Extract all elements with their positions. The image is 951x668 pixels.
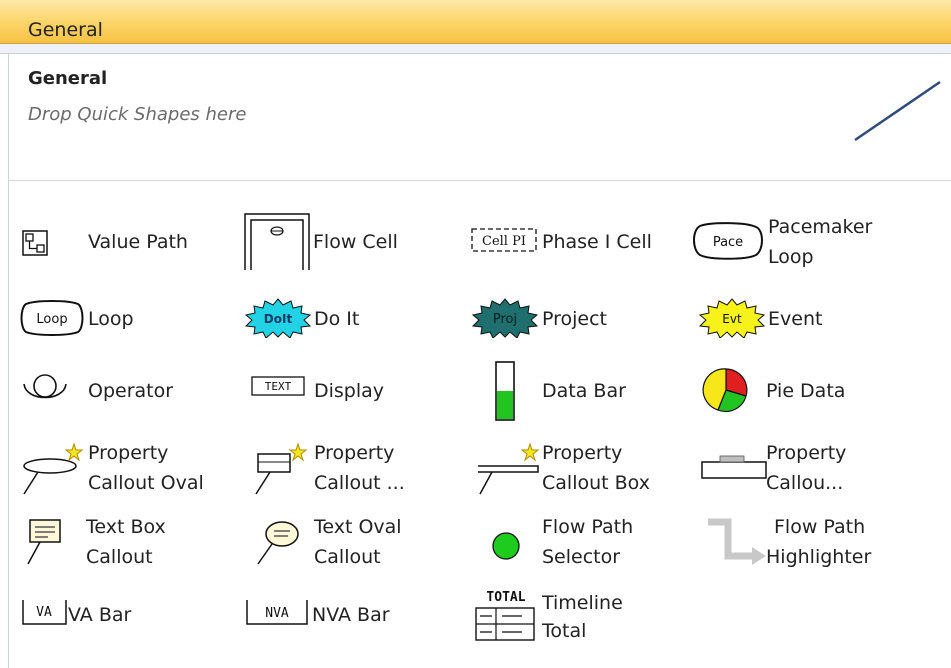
- svg-text:NVA: NVA: [265, 606, 289, 621]
- svg-text:DoIt: DoIt: [264, 312, 293, 326]
- shape-text-oval-callout[interactable]: Text Oval Callout: [252, 510, 452, 572]
- timeline-total-icon: TOTAL: [475, 590, 535, 641]
- data-bar-label: Data Bar: [542, 380, 626, 402]
- property-callout-flat-line2: Callou...: [766, 472, 844, 494]
- shape-do-it[interactable]: DoIt Do It: [244, 296, 444, 342]
- svg-text:TEXT: TEXT: [265, 380, 292, 393]
- project-burst-icon: Proj: [471, 298, 539, 338]
- display-label: Display: [314, 380, 385, 402]
- do-it-burst-icon: DoIt: [244, 298, 312, 338]
- nva-bar-label: NVA Bar: [312, 604, 390, 626]
- event-burst-icon: Evt: [698, 298, 766, 338]
- annotation-line: [854, 80, 941, 142]
- shape-va-bar[interactable]: VA VA Bar: [20, 596, 220, 636]
- property-callout-flat-icon: [701, 455, 767, 479]
- project-label: Project: [542, 308, 608, 330]
- shape-flow-path-selector[interactable]: Flow Path Selector: [490, 510, 690, 572]
- loop-icon: Loop: [20, 300, 84, 336]
- shape-property-callout[interactable]: Property Callout ...: [252, 438, 452, 500]
- property-callout-flat-line1: Property: [766, 442, 847, 464]
- shape-flow-path-highlighter[interactable]: Flow Path Highlighter: [702, 510, 902, 572]
- svg-text:Evt: Evt: [722, 312, 742, 326]
- timeline-total-line2: Total: [542, 620, 587, 642]
- shape-phase-i-cell[interactable]: Cell PI Phase I Cell: [470, 222, 680, 262]
- value-path-icon: [22, 230, 48, 256]
- timeline-total-line1: Timeline: [542, 592, 623, 614]
- property-callout-line2: Callout ...: [314, 472, 405, 494]
- va-bar-label: VA Bar: [68, 604, 132, 626]
- shape-data-bar[interactable]: Data Bar: [492, 358, 692, 424]
- shape-property-callout-oval[interactable]: Property Callout Oval: [20, 438, 230, 500]
- pacemaker-loop-label-line2: Loop: [768, 246, 814, 268]
- property-callout-box-line2: Callout Box: [542, 472, 650, 494]
- text-oval-callout-line2: Callout: [314, 546, 381, 568]
- shape-operator[interactable]: Operator: [20, 368, 220, 414]
- shape-pacemaker-loop[interactable]: Pace Pacemaker Loop: [690, 212, 910, 274]
- nva-bar-icon: NVA: [246, 600, 308, 625]
- pacemaker-loop-icon: Pace: [693, 222, 763, 260]
- phase-i-cell-label: Phase I Cell: [542, 231, 652, 253]
- text-box-callout-line1: Text Box: [86, 516, 166, 538]
- value-path-label: Value Path: [88, 231, 188, 253]
- display-icon: TEXT: [251, 376, 305, 396]
- svg-text:Pace: Pace: [713, 235, 743, 250]
- flow-cell-label: Flow Cell: [313, 231, 398, 253]
- shape-value-path[interactable]: Value Path: [20, 222, 220, 262]
- text-oval-callout-line1: Text Oval: [314, 516, 402, 538]
- svg-text:TOTAL: TOTAL: [486, 590, 525, 605]
- do-it-label: Do It: [314, 308, 360, 330]
- property-callout-box-line1: Property: [542, 442, 623, 464]
- flow-path-highlighter-line1: Flow Path: [774, 516, 866, 538]
- shape-property-callout-box[interactable]: Property Callout Box: [474, 438, 684, 500]
- svg-text:Proj: Proj: [493, 312, 517, 327]
- svg-text:VA: VA: [36, 605, 52, 620]
- property-callout-icon: [255, 442, 308, 495]
- svg-text:Loop: Loop: [36, 312, 67, 327]
- property-callout-oval-line1: Property: [88, 442, 169, 464]
- text-oval-callout-icon: [257, 521, 299, 565]
- shape-timeline-total[interactable]: TOTAL Timeline Total: [472, 586, 672, 648]
- text-box-callout-line2: Callout: [86, 546, 153, 568]
- va-bar-icon: VA: [22, 600, 67, 625]
- green-dot-icon: [492, 532, 520, 560]
- flow-cell-icon: [244, 213, 310, 270]
- data-bar-icon: [495, 361, 515, 421]
- operator-label: Operator: [88, 380, 174, 402]
- property-callout-box-icon: [478, 442, 540, 495]
- shape-nva-bar[interactable]: NVA NVA Bar: [244, 596, 444, 636]
- shape-property-callout-flat[interactable]: Property Callou...: [700, 438, 910, 500]
- flow-path-selector-line2: Selector: [542, 546, 621, 568]
- event-label: Event: [768, 308, 823, 330]
- flow-path-selector-line1: Flow Path: [542, 516, 634, 538]
- pacemaker-loop-label-line1: Pacemaker: [768, 216, 873, 238]
- pie-data-icon: [702, 368, 748, 413]
- shape-event[interactable]: Evt Event: [698, 296, 898, 342]
- shape-display[interactable]: TEXT Display: [250, 370, 450, 412]
- loop-label: Loop: [88, 308, 134, 330]
- operator-icon: [23, 374, 67, 399]
- property-callout-oval-icon: [23, 442, 84, 495]
- phase-i-cell-icon: Cell PI: [471, 228, 537, 252]
- svg-text:Cell PI: Cell PI: [482, 234, 526, 249]
- shape-pie-data[interactable]: Pie Data: [702, 364, 902, 416]
- shape-project[interactable]: Proj Project: [470, 296, 670, 342]
- property-callout-line1: Property: [314, 442, 395, 464]
- highlighter-arrow-icon: [708, 518, 766, 565]
- pie-data-label: Pie Data: [766, 380, 846, 402]
- shape-loop[interactable]: Loop Loop: [18, 296, 218, 342]
- shape-flow-cell[interactable]: Flow Cell: [243, 212, 443, 272]
- shape-text-box-callout[interactable]: Text Box Callout: [24, 510, 224, 572]
- flow-path-highlighter-line2: Highlighter: [766, 546, 872, 568]
- text-box-callout-icon: [27, 519, 61, 565]
- property-callout-oval-line2: Callout Oval: [88, 472, 204, 494]
